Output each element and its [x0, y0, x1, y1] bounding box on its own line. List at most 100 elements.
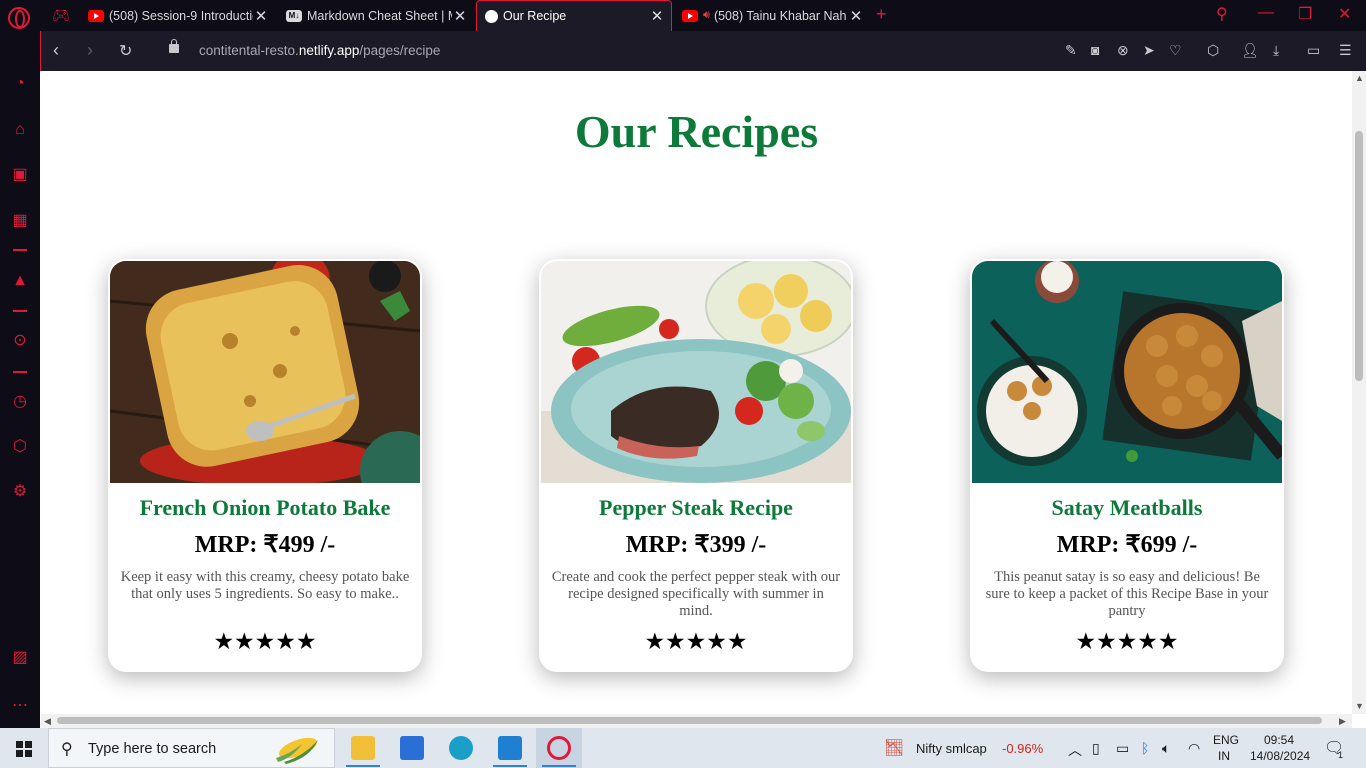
volume-icon[interactable]: 🔈︎ [1162, 740, 1170, 757]
youtube-icon [88, 9, 104, 22]
bluetooth-icon[interactable]: ᛒ [1141, 740, 1149, 756]
twitch-icon[interactable]: ▣ [10, 165, 30, 185]
battery-icon[interactable]: ▭ [1116, 740, 1129, 757]
settings-icon[interactable]: ⚙ [10, 482, 30, 502]
wifi-icon[interactable]: ◠ [1188, 740, 1200, 757]
star-rating: ★★★★★ [213, 629, 317, 655]
restore-button[interactable]: ❐ [1298, 4, 1312, 24]
scroll-left-arrow-icon[interactable]: ◀ [44, 716, 51, 727]
sidebar: ◔ ⌂ ▣ ▦ ▲ ⊙ ◷ ⬡ ⚙ ▨ ⋯ [0, 31, 40, 728]
image-icon[interactable]: ▨ [10, 648, 30, 668]
stock-change: -0.96% [1002, 741, 1044, 756]
tab-title: (508) Session-9 Introductio [109, 8, 253, 23]
recipe-name: Pepper Steak Recipe [599, 495, 793, 520]
star-rating: ★★★★★ [1075, 629, 1179, 655]
stock-name[interactable]: Nifty smlcap [916, 741, 987, 756]
divider [13, 310, 27, 312]
markdown-icon: M↓ [286, 9, 302, 22]
tab-session-9[interactable]: (508) Session-9 Introductio ✕ [80, 0, 275, 31]
close-icon[interactable]: ✕ [649, 7, 665, 25]
cube-icon[interactable]: ⬡ [1207, 42, 1219, 59]
clock-time[interactable]: 09:54 [1264, 733, 1294, 747]
globe-icon [485, 9, 498, 23]
url-field[interactable]: contitental-resto.netlify.app/pages/reci… [199, 43, 440, 58]
battery-icon[interactable]: ▭ [1307, 42, 1320, 59]
easy-setup-icon[interactable]: ☰ [1339, 42, 1352, 59]
tab-title: (508) Tainu Khabar Nah [713, 8, 847, 23]
file-explorer-app[interactable] [340, 728, 386, 768]
opera-app[interactable] [536, 728, 582, 768]
clock-date[interactable]: 14/08/2024 [1250, 749, 1310, 763]
recipe-card[interactable]: Satay Meatballs MRP: ₹699 /- This peanut… [970, 259, 1284, 672]
close-icon[interactable]: ✕ [848, 7, 864, 25]
windows-start-icon[interactable] [16, 741, 32, 757]
meet-icon[interactable]: ▯ [1092, 740, 1100, 757]
page-content: Our Recipes French Onion Potato Bake MRP… [41, 71, 1352, 714]
region-code[interactable]: IN [1218, 749, 1230, 763]
star-rating: ★★★★★ [644, 629, 748, 655]
tab-title: Our Recipe [503, 9, 567, 23]
vscode-app[interactable] [487, 728, 533, 768]
close-icon[interactable]: ✕ [253, 7, 269, 25]
tab-strip: 🎮︎ (508) Session-9 Introductio ✕ M↓ Mark… [0, 0, 1366, 31]
search-icon: ⚲ [61, 741, 73, 758]
divider [13, 249, 27, 251]
recipe-card[interactable]: Pepper Steak Recipe MRP: ₹399 /- Create … [539, 259, 853, 672]
recipe-image-satay-meatballs [972, 261, 1282, 483]
tab-tainu-khabar[interactable]: 🔊︎ (508) Tainu Khabar Nah ✕ [674, 0, 870, 31]
edge-app[interactable] [438, 728, 484, 768]
player-icon[interactable]: ⊙ [10, 331, 30, 351]
send-icon[interactable]: ➤ [1143, 42, 1155, 59]
back-button[interactable]: ‹ [53, 40, 59, 61]
scroll-up-arrow-icon[interactable]: ▲ [1355, 73, 1364, 83]
scrollbar-thumb[interactable] [57, 717, 1322, 724]
lock-icon [169, 39, 179, 53]
extensions-icon[interactable]: ⬡ [10, 437, 30, 457]
profile-icon[interactable]: 👤︎ [1241, 42, 1259, 59]
mail-app[interactable] [389, 728, 435, 768]
vertical-scrollbar[interactable]: ▲ ▼ [1352, 71, 1366, 714]
language-code[interactable]: ENG [1213, 733, 1239, 747]
adblock-icon[interactable]: ⊗ [1117, 42, 1129, 59]
reload-button[interactable]: ↻ [119, 41, 132, 61]
history-icon[interactable]: ◷ [10, 392, 30, 412]
search-tabs-icon[interactable]: ⚲ [1216, 4, 1228, 24]
opera-menu-icon[interactable] [8, 7, 30, 29]
recipe-name: French Onion Potato Bake [139, 495, 391, 520]
close-icon[interactable]: ✕ [452, 7, 468, 25]
scrollbar-thumb[interactable] [1355, 131, 1363, 381]
close-window-button[interactable]: ✕ [1338, 4, 1351, 24]
new-tab-button[interactable]: + [876, 4, 887, 25]
folder-icon [351, 736, 375, 760]
recipe-price: MRP: ₹399 /- [625, 532, 767, 558]
recipe-image-potato-bake [110, 261, 420, 483]
snapshot-icon[interactable]: ◙ [1091, 42, 1099, 58]
minimize-button[interactable]: — [1258, 4, 1274, 22]
edge-icon [449, 736, 473, 760]
recipe-card[interactable]: French Onion Potato Bake MRP: ₹499 /- Ke… [108, 259, 422, 672]
tab-our-recipe[interactable]: Our Recipe ✕ [476, 0, 672, 31]
scroll-right-arrow-icon[interactable]: ▶ [1339, 716, 1346, 727]
chevron-up-icon[interactable]: ︿ [1068, 740, 1082, 760]
speaker-icon[interactable]: 🔊︎ [703, 9, 710, 22]
recipe-name: Satay Meatballs [1051, 495, 1203, 520]
address-bar: ‹ › ↻ contitental-resto.netlify.app/page… [40, 31, 1366, 71]
bag-icon[interactable]: ⌂ [10, 120, 30, 140]
heart-icon[interactable]: ♡ [1169, 42, 1182, 59]
chip-icon[interactable]: ▦ [10, 211, 30, 231]
more-icon[interactable]: ⋯ [10, 696, 30, 716]
page-title: Our Recipes [574, 106, 819, 157]
corn-icon[interactable] [268, 732, 326, 764]
tab-markdown-cheat-sheet[interactable]: M↓ Markdown Cheat Sheet | M ✕ [278, 0, 474, 31]
speed-dial-icon[interactable]: ◔ [10, 74, 30, 94]
stock-chart-icon[interactable]: 📉︎ [884, 738, 904, 758]
download-icon[interactable]: ⤓ [1273, 42, 1279, 59]
edit-icon[interactable]: ✎ [1065, 42, 1077, 59]
aria-icon[interactable]: ▲ [10, 271, 30, 291]
forward-button[interactable]: › [87, 40, 93, 61]
mail-icon [400, 736, 424, 760]
tab-title: Markdown Cheat Sheet | M [307, 8, 452, 23]
scroll-down-arrow-icon[interactable]: ▼ [1355, 701, 1364, 711]
gamepad-icon[interactable]: 🎮︎ [52, 7, 70, 24]
horizontal-scrollbar[interactable]: ◀ ▶ [41, 714, 1352, 728]
